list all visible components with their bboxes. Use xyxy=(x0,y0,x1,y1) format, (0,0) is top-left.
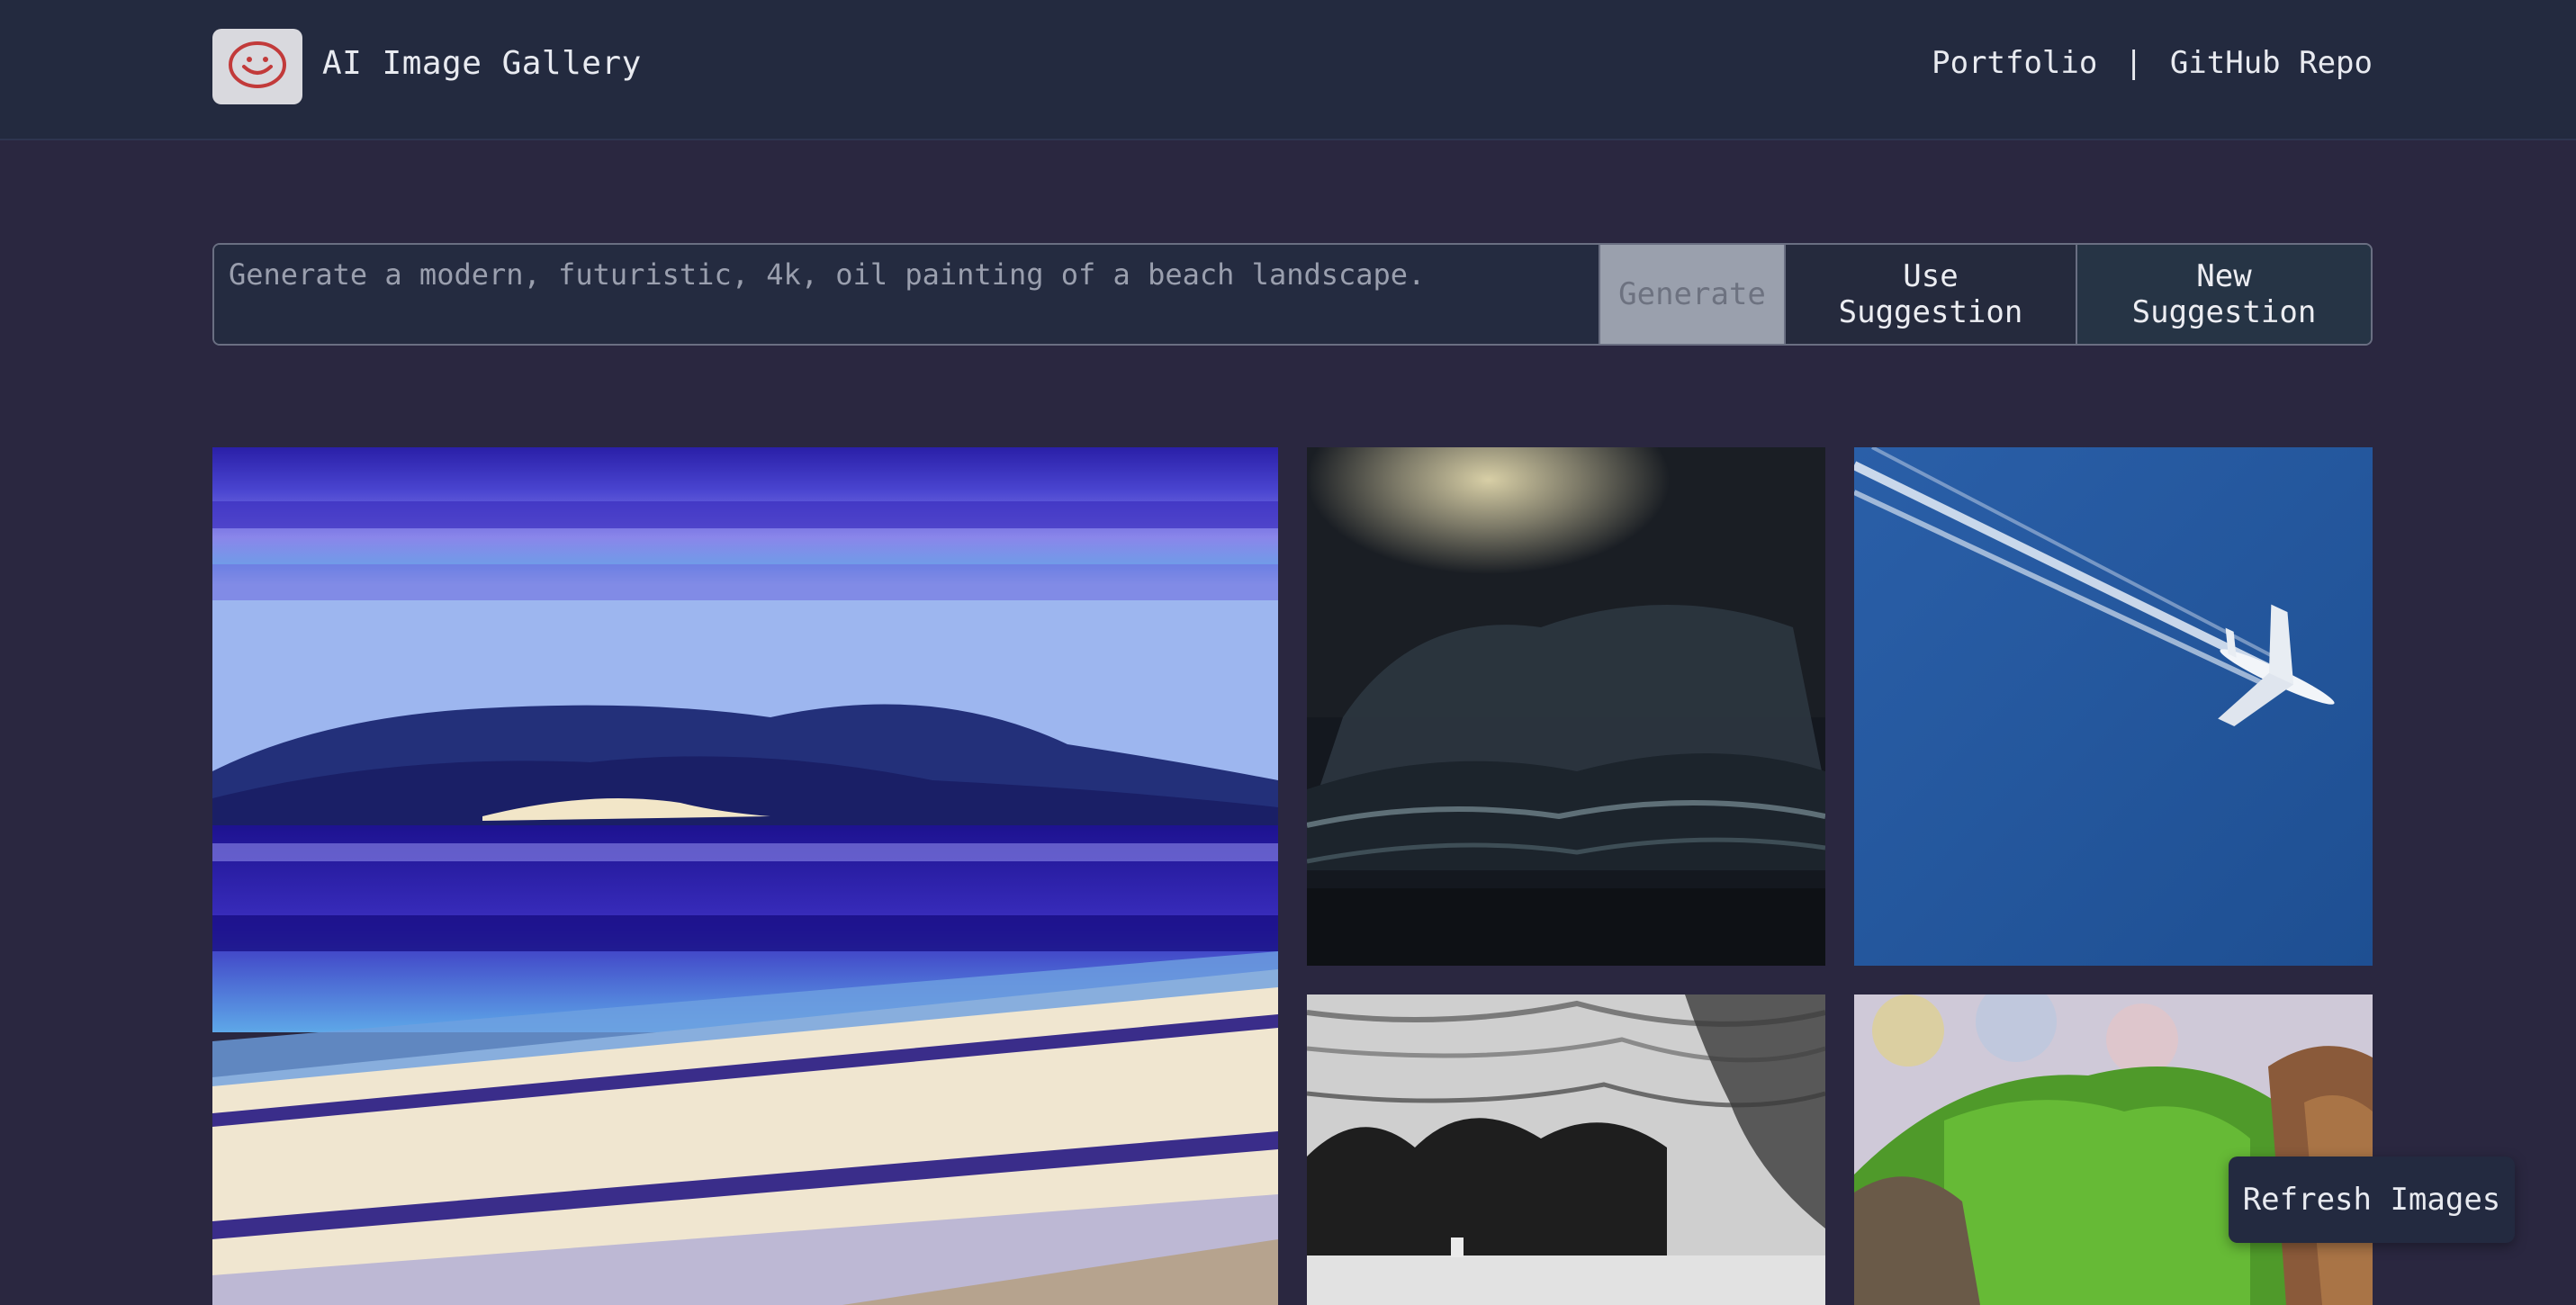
app-title: AI Image Gallery xyxy=(322,45,642,82)
use-suggestion-button[interactable]: Use Suggestion xyxy=(1786,245,2077,344)
top-nav: Portfolio | GitHub Repo xyxy=(1932,45,2373,81)
gallery-image-beach[interactable] xyxy=(212,447,1278,1305)
prompt-input[interactable] xyxy=(214,245,1600,344)
gallery-image-sketch[interactable] xyxy=(1307,994,1825,1305)
app-logo[interactable] xyxy=(212,29,302,104)
gallery-image-airplane[interactable] xyxy=(1854,447,2373,966)
smiley-face-icon xyxy=(228,40,287,94)
gallery-image-hills[interactable] xyxy=(1854,994,2373,1305)
github-repo-link[interactable]: GitHub Repo xyxy=(2170,45,2373,81)
top-header: AI Image Gallery Portfolio | GitHub Repo xyxy=(0,0,2576,140)
portfolio-link[interactable]: Portfolio xyxy=(1932,45,2097,81)
nav-separator: | xyxy=(2124,45,2143,81)
generate-button[interactable]: Generate xyxy=(1600,245,1786,344)
prompt-bar: Generate Use Suggestion New Suggestion xyxy=(212,243,2373,346)
new-suggestion-button[interactable]: New Suggestion xyxy=(2077,245,2371,344)
gallery-image-storm[interactable] xyxy=(1307,447,1825,966)
refresh-images-button[interactable]: Refresh Images xyxy=(2229,1156,2515,1243)
